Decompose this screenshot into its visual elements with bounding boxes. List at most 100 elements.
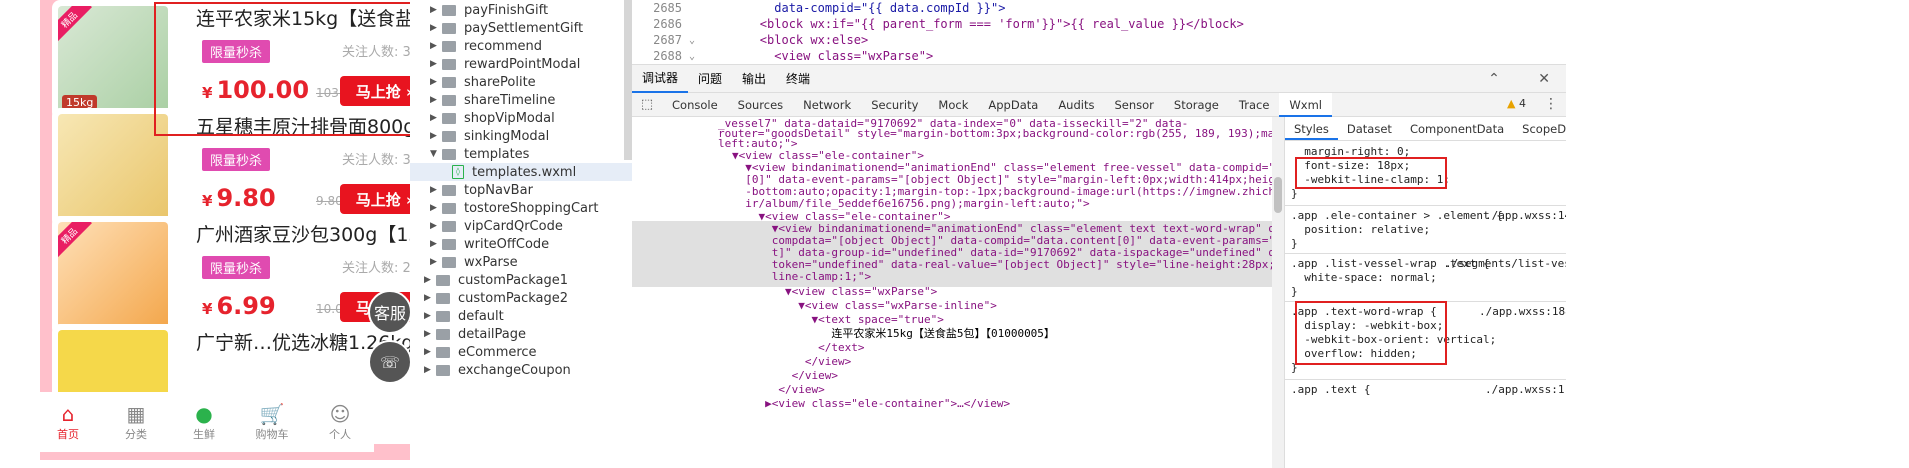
folder-icon — [436, 292, 450, 304]
style-selector[interactable]: .app .text { — [1291, 383, 1370, 397]
tab-problems[interactable]: 问题 — [688, 70, 732, 87]
inspect-element-icon[interactable]: ⬚ — [632, 97, 662, 112]
folder-icon — [442, 58, 456, 70]
tree-item[interactable]: ▶ rewardPointModal — [430, 55, 580, 73]
tab-styles[interactable]: Styles — [1285, 117, 1338, 140]
product-ribbon: 精品 — [58, 222, 92, 259]
devtools-panel: 调试器 问题 输出 终端 ⌃ ✕ ⬚ Console Sources Netwo… — [632, 64, 1566, 468]
tree-item[interactable]: ▶ sinkingModal — [430, 127, 549, 145]
cart-icon: 🛒 — [259, 402, 285, 426]
tab-dataset[interactable]: Dataset — [1338, 117, 1401, 140]
folder-icon — [442, 256, 456, 268]
style-line[interactable]: position: relative; — [1291, 223, 1430, 237]
folder-icon — [442, 94, 456, 106]
wxml-line[interactable]: </view> — [732, 383, 824, 396]
product-title[interactable]: 广州酒家豆沙包300g【15208... — [196, 220, 446, 247]
wxml-line[interactable]: </view> — [732, 355, 851, 368]
code-editor[interactable]: 2685 data-compid="{{ data.compId }}"> 26… — [632, 0, 1566, 62]
collapse-icon[interactable]: ⌃ — [1478, 71, 1510, 87]
tab-componentdata[interactable]: ComponentData — [1401, 117, 1513, 140]
fold-chevron-icon[interactable]: ⌄ — [682, 51, 702, 62]
wxml-line[interactable]: ir/album/file_5eddef6e16756.png);margin-… — [732, 197, 1089, 210]
tree-item[interactable]: ▶ customPackage2 — [424, 289, 568, 307]
wxml-line[interactable]: ▼<view class="wxParse-inline"> — [732, 299, 997, 312]
tree-item[interactable]: ▶ wxParse — [430, 253, 518, 271]
tab-debugger[interactable]: 调试器 — [632, 65, 689, 93]
tree-item[interactable]: ▶ detailPage — [424, 325, 526, 343]
style-source-link[interactable]: ./app.wxss:1 — [1485, 383, 1564, 397]
wxml-line[interactable]: ▼<text space="true"> — [732, 313, 943, 326]
tab-audits[interactable]: Audits — [1048, 93, 1104, 117]
tree-item[interactable]: ▶ recommend — [430, 37, 542, 55]
customer-service-button[interactable]: 客服 — [368, 290, 412, 334]
tree-item[interactable]: ▶ default — [424, 307, 504, 325]
tab-scopedata[interactable]: ScopeData — [1513, 117, 1566, 140]
fresh-icon: ● — [195, 402, 213, 426]
wxml-line[interactable]: ▼<view class="wxParse"> — [732, 285, 937, 298]
tree-item-selected[interactable]: ◊ templates.wxml — [410, 163, 632, 181]
wxml-scrollbar[interactable] — [1272, 117, 1284, 468]
tab-sources[interactable]: Sources — [728, 93, 794, 117]
wxml-text-node[interactable]: 连平农家米15kg【送食盐5包】【01000005】 — [732, 327, 1055, 340]
fold-chevron-icon[interactable]: ⌄ — [682, 35, 702, 46]
product-image[interactable]: 精品 — [58, 222, 168, 330]
tab-security[interactable]: Security — [861, 93, 928, 117]
close-icon[interactable]: ✕ — [1528, 71, 1560, 87]
tab-mock[interactable]: Mock — [928, 93, 978, 117]
product-image[interactable]: 精品 15kg — [58, 6, 168, 114]
more-options-icon[interactable]: ⋮ — [1544, 96, 1558, 112]
tree-item[interactable]: ▶ exchangeCoupon — [424, 361, 571, 379]
tree-item[interactable]: ▶ eCommerce — [424, 343, 537, 361]
tab-storage[interactable]: Storage — [1164, 93, 1229, 117]
phone-call-button[interactable]: ☏ — [368, 340, 412, 384]
warning-count[interactable]: ▲ 4 — [1507, 97, 1526, 110]
tab-category[interactable]: ▦ 分类 — [102, 392, 170, 452]
tab-trace[interactable]: Trace — [1229, 93, 1280, 117]
style-selector[interactable]: .app .ele-container > .element { — [1291, 209, 1503, 223]
tab-wxml[interactable]: Wxml — [1279, 92, 1332, 117]
tree-item[interactable]: ▶ paySettlementGift — [430, 19, 583, 37]
divider — [1285, 253, 1566, 254]
scrollbar-thumb[interactable] — [1274, 177, 1282, 213]
tab-terminal[interactable]: 终端 — [776, 70, 820, 87]
wxml-tree[interactable]: _vessel7" data-dataid="9170692" data-ind… — [632, 117, 1272, 468]
folder-icon — [442, 184, 456, 196]
tree-item[interactable]: ▶ payFinishGift — [430, 1, 548, 19]
folder-icon — [442, 40, 456, 52]
wxml-line[interactable]: </text> — [732, 341, 864, 354]
tab-appdata[interactable]: AppData — [978, 93, 1048, 117]
tab-network[interactable]: Network — [793, 93, 861, 117]
tab-home[interactable]: ⌂ 首页 — [34, 392, 102, 452]
tree-item[interactable]: ▼ templates — [430, 145, 529, 163]
tab-user[interactable]: ☺ 个人 — [306, 392, 374, 452]
tree-item[interactable]: ▶ shopVipModal — [430, 109, 555, 127]
home-icon: ⌂ — [61, 402, 75, 426]
tree-item[interactable]: ▶ sharePolite — [430, 73, 536, 91]
devtools-tabs: ⬚ Console Sources Network Security Mock … — [632, 92, 1566, 117]
tab-sensor[interactable]: Sensor — [1104, 93, 1163, 117]
wxml-line[interactable]: </view> — [732, 369, 838, 382]
wxml-line[interactable]: ▶<view class="ele-container">…</view> — [732, 397, 1010, 410]
style-source-link[interactable]: ./app.wxss:1885 — [1479, 305, 1566, 319]
style-source-link[interactable]: ./app.wxss:143 — [1485, 209, 1566, 223]
tree-item[interactable]: ▶ tostoreShoppingCart — [430, 199, 598, 217]
style-source-link[interactable]: ./segments/list-vess — [1445, 257, 1566, 271]
style-line[interactable]: white-space: normal; — [1291, 271, 1436, 285]
tree-item[interactable]: ▶ vipCardQrCode — [430, 217, 563, 235]
wxml-line[interactable]: router="goodsDetail" style="margin-botto… — [718, 127, 1272, 140]
product-image[interactable] — [58, 114, 168, 222]
tree-scrollbar[interactable] — [624, 0, 632, 160]
divider — [1285, 379, 1566, 380]
tree-item[interactable]: ▶ writeOffCode — [430, 235, 549, 253]
tab-output[interactable]: 输出 — [732, 70, 776, 87]
tab-console[interactable]: Console — [662, 93, 728, 117]
tree-item[interactable]: ▶ customPackage1 — [424, 271, 568, 289]
tree-item[interactable]: ▶ topNavBar — [430, 181, 533, 199]
folder-icon — [442, 220, 456, 232]
wxml-line[interactable]: line-clamp:1;"> — [732, 270, 871, 283]
tab-cart[interactable]: 🛒 购物车 — [238, 392, 306, 452]
tree-item[interactable]: ▶ shareTimeline — [430, 91, 555, 109]
folder-icon — [436, 346, 450, 358]
style-line: } — [1291, 237, 1298, 250]
tab-fresh[interactable]: ● 生鲜 — [170, 392, 238, 452]
